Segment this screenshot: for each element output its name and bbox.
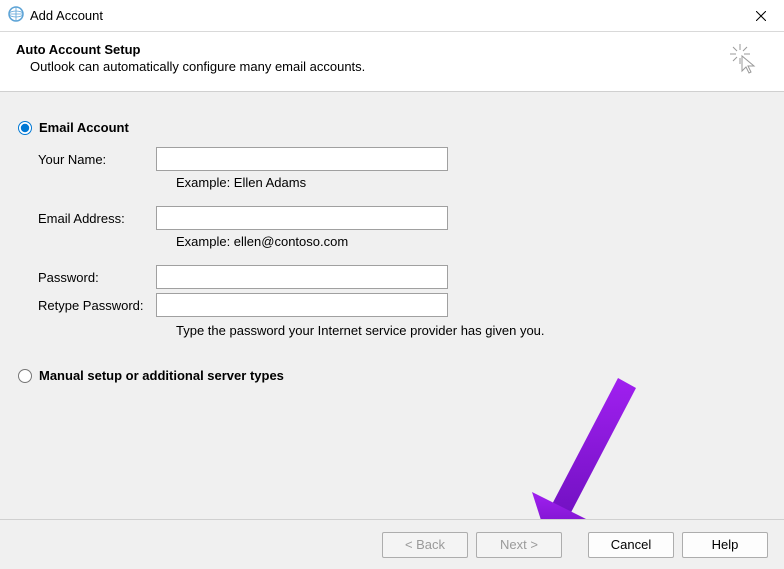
retype-password-label: Retype Password: <box>38 298 156 313</box>
email-account-radio-row: Email Account <box>18 120 766 135</box>
help-button[interactable]: Help <box>682 532 768 558</box>
window-title: Add Account <box>30 8 103 23</box>
next-button[interactable]: Next > <box>476 532 562 558</box>
email-account-radio[interactable] <box>18 121 32 135</box>
wizard-body: Email Account Your Name: Example: Ellen … <box>0 92 784 523</box>
sparkle-cursor-icon <box>730 44 760 77</box>
password-label: Password: <box>38 270 156 285</box>
app-icon <box>8 6 24 25</box>
titlebar-left: Add Account <box>8 6 103 25</box>
retype-password-row: Retype Password: <box>38 293 766 317</box>
email-row: Email Address: <box>38 206 766 230</box>
titlebar: Add Account <box>0 0 784 32</box>
retype-password-input[interactable] <box>156 293 448 317</box>
cancel-button[interactable]: Cancel <box>588 532 674 558</box>
close-button[interactable] <box>738 0 784 32</box>
email-label: Email Address: <box>38 211 156 226</box>
password-hint: Type the password your Internet service … <box>176 323 766 338</box>
wizard-header: Auto Account Setup Outlook can automatic… <box>0 32 784 92</box>
email-hint: Example: ellen@contoso.com <box>176 234 766 249</box>
manual-setup-radio-row: Manual setup or additional server types <box>18 368 766 383</box>
email-account-radio-label: Email Account <box>39 120 129 135</box>
your-name-hint: Example: Ellen Adams <box>176 175 766 190</box>
manual-setup-radio[interactable] <box>18 369 32 383</box>
password-row: Password: <box>38 265 766 289</box>
password-input[interactable] <box>156 265 448 289</box>
your-name-input[interactable] <box>156 147 448 171</box>
wizard-title: Auto Account Setup <box>16 42 365 57</box>
manual-setup-radio-label: Manual setup or additional server types <box>39 368 284 383</box>
wizard-header-text: Auto Account Setup Outlook can automatic… <box>16 42 365 74</box>
wizard-subtitle: Outlook can automatically configure many… <box>30 59 365 74</box>
auto-setup-form: Your Name: Example: Ellen Adams Email Ad… <box>38 147 766 338</box>
email-input[interactable] <box>156 206 448 230</box>
back-button[interactable]: < Back <box>382 532 468 558</box>
your-name-label: Your Name: <box>38 152 156 167</box>
wizard-button-bar: < Back Next > Cancel Help <box>0 519 784 569</box>
your-name-row: Your Name: <box>38 147 766 171</box>
